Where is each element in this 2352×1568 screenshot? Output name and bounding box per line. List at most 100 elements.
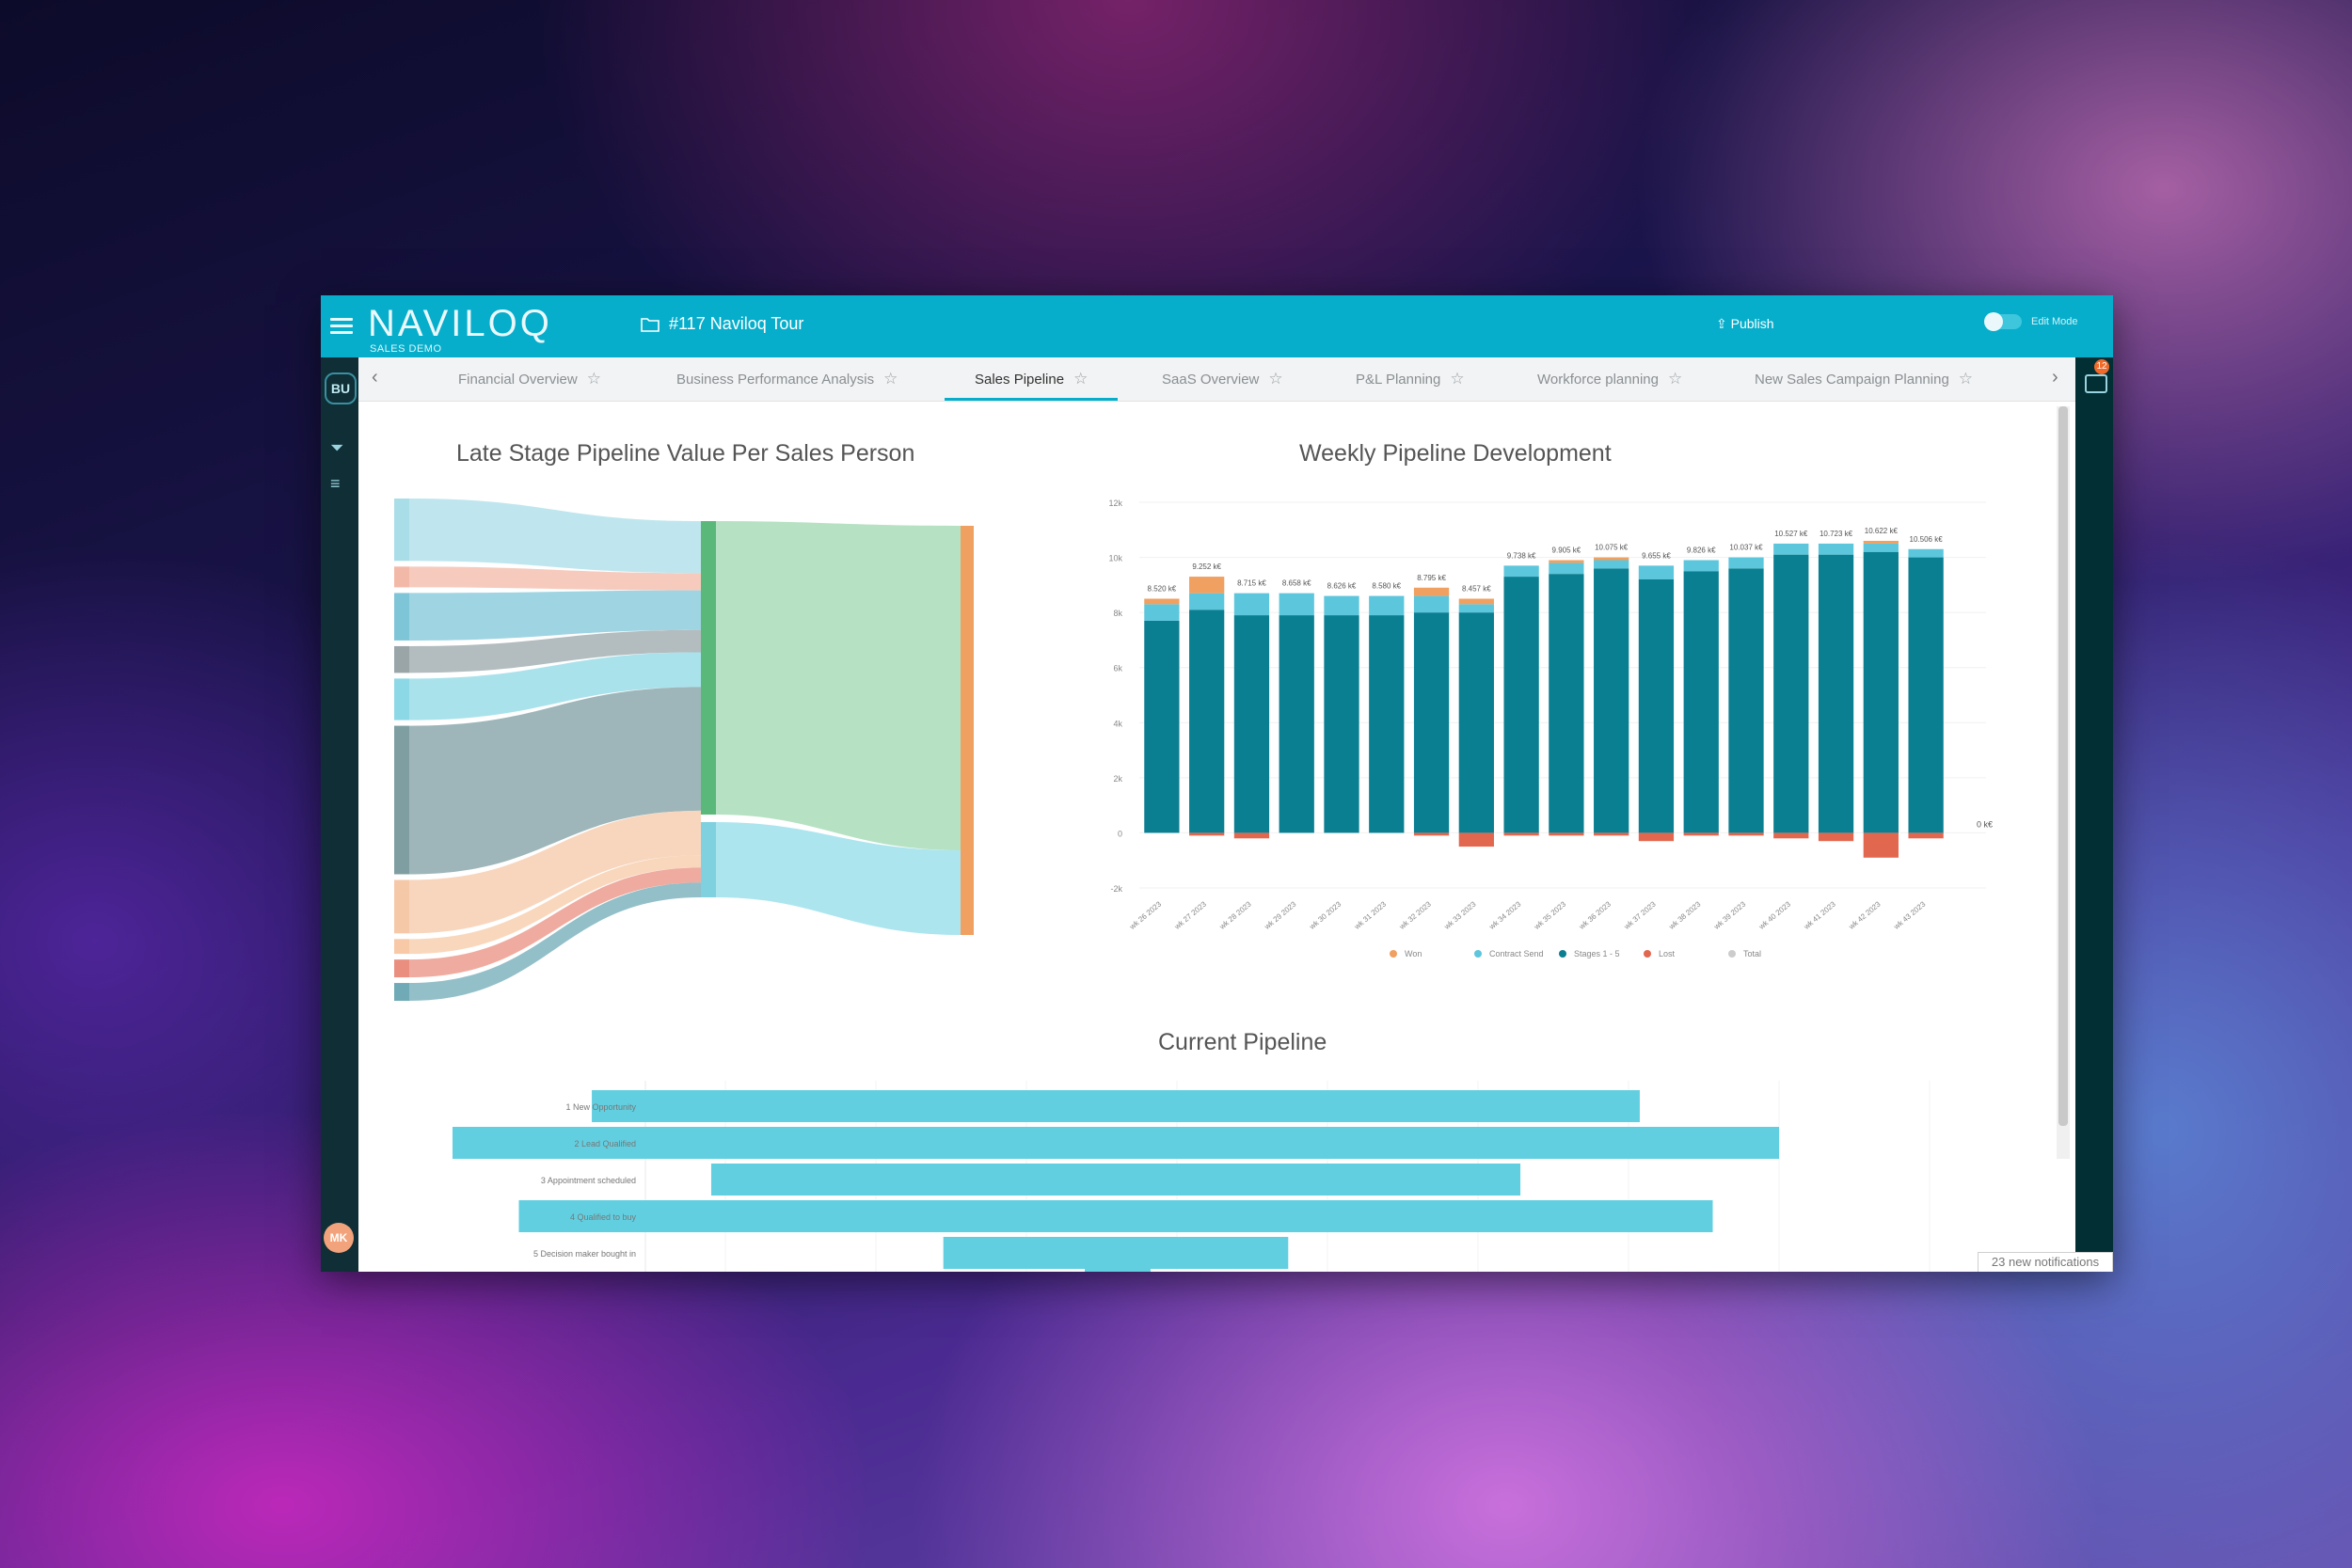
bar-segment-lost xyxy=(1503,832,1539,836)
bar-segment xyxy=(1818,543,1854,555)
bar-segment xyxy=(1144,604,1180,621)
app-window: NAVILOQ SALES DEMO #117 Naviloq Tour ⇪ P… xyxy=(321,295,2113,1272)
main-scrollbar[interactable] xyxy=(2057,406,2070,1159)
legend-marker xyxy=(1644,950,1651,958)
x-tick-label: wk 26 2023 xyxy=(1127,899,1163,931)
legend-label: Contract Send xyxy=(1489,949,1544,958)
star-icon[interactable]: ☆ xyxy=(587,370,601,388)
tabs-scroll-right-icon[interactable]: › xyxy=(2052,367,2058,388)
y-tick-label: -2k xyxy=(1110,884,1122,894)
list-filter-icon[interactable]: ≡ xyxy=(330,474,341,494)
bar-segment xyxy=(1458,612,1494,833)
total-label: 9.738 k€ xyxy=(1507,551,1536,560)
bar-segment xyxy=(1549,562,1584,575)
y-tick-label: 6k xyxy=(1113,664,1122,673)
avatar[interactable]: MK xyxy=(324,1223,354,1253)
total-label: 8.658 k€ xyxy=(1282,579,1311,588)
edit-mode-label: Edit Mode xyxy=(2031,316,2078,327)
tab-pl-planning[interactable]: P&L Planning ☆ xyxy=(1356,357,1465,401)
y-tick-label: 0 xyxy=(1118,829,1122,838)
star-icon[interactable]: ☆ xyxy=(883,370,898,388)
bar-segment-lost xyxy=(1908,832,1944,839)
bar-segment xyxy=(1683,571,1719,833)
dashboard-tabs: ‹ Financial Overview ☆ Business Performan… xyxy=(358,357,2075,402)
x-tick-label: wk 42 2023 xyxy=(1847,899,1883,931)
bar-segment-lost xyxy=(1683,832,1719,836)
app-logo-subtitle: SALES DEMO xyxy=(370,343,442,355)
tabs-scroll-left-icon[interactable]: ‹ xyxy=(372,367,378,388)
x-tick-label: wk 28 2023 xyxy=(1217,899,1253,931)
x-tick-label: wk 29 2023 xyxy=(1263,899,1298,931)
bar-segment xyxy=(1908,557,1944,833)
breadcrumb[interactable]: #117 Naviloq Tour xyxy=(641,314,803,334)
bar-segment-lost xyxy=(1863,832,1899,858)
business-unit-button[interactable]: BU xyxy=(325,372,357,404)
bar-segment-lost xyxy=(1458,832,1494,847)
star-icon[interactable]: ☆ xyxy=(1959,370,1973,388)
tab-sales-pipeline[interactable]: Sales Pipeline ☆ xyxy=(945,357,1119,401)
tab-label: P&L Planning xyxy=(1356,372,1441,388)
x-tick-label: wk 38 2023 xyxy=(1667,899,1703,931)
hamburger-menu-icon[interactable] xyxy=(330,314,353,335)
legend-label: Lost xyxy=(1659,949,1676,958)
funnel-scroll-indicator xyxy=(1085,1269,1151,1272)
total-label: 9.655 k€ xyxy=(1642,551,1671,560)
bar-segment xyxy=(1144,598,1180,605)
tab-business-performance-analysis[interactable]: Business Performance Analysis ☆ xyxy=(676,357,898,401)
x-tick-label: wk 41 2023 xyxy=(1802,899,1837,931)
star-icon[interactable]: ☆ xyxy=(1073,370,1088,388)
bar-segment xyxy=(1638,565,1675,579)
notifications-toast[interactable]: 23 new notifications xyxy=(1978,1252,2113,1272)
x-tick-label: wk 32 2023 xyxy=(1397,899,1433,931)
tab-saas-overview[interactable]: SaaS Overview ☆ xyxy=(1162,357,1283,401)
legend-label: Stages 1 - 5 xyxy=(1574,949,1620,958)
tab-label: Workforce planning xyxy=(1537,372,1659,388)
total-label: 9.252 k€ xyxy=(1192,562,1221,571)
bar-segment xyxy=(1458,598,1494,605)
notification-badge: 12 xyxy=(2094,359,2109,374)
star-icon[interactable]: ☆ xyxy=(1450,370,1464,388)
bar-segment xyxy=(1413,612,1450,833)
bar-segment xyxy=(1863,551,1899,833)
bar-segment xyxy=(1594,560,1629,569)
bar-segment-lost xyxy=(1233,832,1270,839)
scrollbar-thumb[interactable] xyxy=(2058,406,2068,1126)
bar-segment xyxy=(1189,577,1225,594)
bar-segment xyxy=(1728,568,1764,833)
bar-segment xyxy=(1369,595,1405,616)
total-label: 8.795 k€ xyxy=(1417,574,1446,582)
total-label: 10.075 k€ xyxy=(1595,544,1629,552)
tab-workforce-planning[interactable]: Workforce planning ☆ xyxy=(1537,357,1682,401)
bar-segment xyxy=(1189,593,1225,610)
end-label: 0 k€ xyxy=(1977,819,1993,829)
left-sidebar: BU ⏷ ≡ MK xyxy=(321,357,358,1272)
bar-segment xyxy=(1279,593,1314,616)
tab-new-sales-campaign-planning[interactable]: New Sales Campaign Planning ☆ xyxy=(1755,357,1973,401)
filter-icon[interactable]: ⏷ xyxy=(330,438,343,458)
sankey-source-node xyxy=(394,499,409,562)
x-tick-label: wk 30 2023 xyxy=(1307,899,1343,931)
tab-label: SaaS Overview xyxy=(1162,372,1260,388)
x-tick-label: wk 37 2023 xyxy=(1622,899,1658,931)
bar-segment xyxy=(1233,615,1270,833)
legend-marker xyxy=(1728,950,1736,958)
legend-label: Won xyxy=(1405,949,1422,958)
tab-financial-overview[interactable]: Financial Overview ☆ xyxy=(458,357,601,401)
current-pipeline-chart: 1 New Opportunity 2 Lead Qualified 3 Appoi… xyxy=(453,1081,1931,1272)
tab-label: Financial Overview xyxy=(458,372,578,388)
funnel-bar xyxy=(518,1200,1713,1232)
total-label: 10.723 k€ xyxy=(1820,530,1853,538)
tab-label: Business Performance Analysis xyxy=(676,372,875,388)
edit-mode-toggle[interactable]: Edit Mode xyxy=(1984,312,2078,331)
total-label: 10.527 k€ xyxy=(1774,530,1808,538)
toggle-switch[interactable] xyxy=(1984,312,2022,331)
star-icon[interactable]: ☆ xyxy=(1268,370,1282,388)
tab-label: Sales Pipeline xyxy=(975,372,1065,388)
publish-button[interactable]: ⇪ Publish xyxy=(1716,316,1774,332)
folder-icon xyxy=(641,317,660,332)
comments-icon[interactable] xyxy=(2085,374,2107,393)
tab-label: New Sales Campaign Planning xyxy=(1755,372,1949,388)
star-icon[interactable]: ☆ xyxy=(1668,370,1682,388)
y-tick-label: 10k xyxy=(1108,554,1122,563)
bar-segment xyxy=(1728,557,1764,569)
